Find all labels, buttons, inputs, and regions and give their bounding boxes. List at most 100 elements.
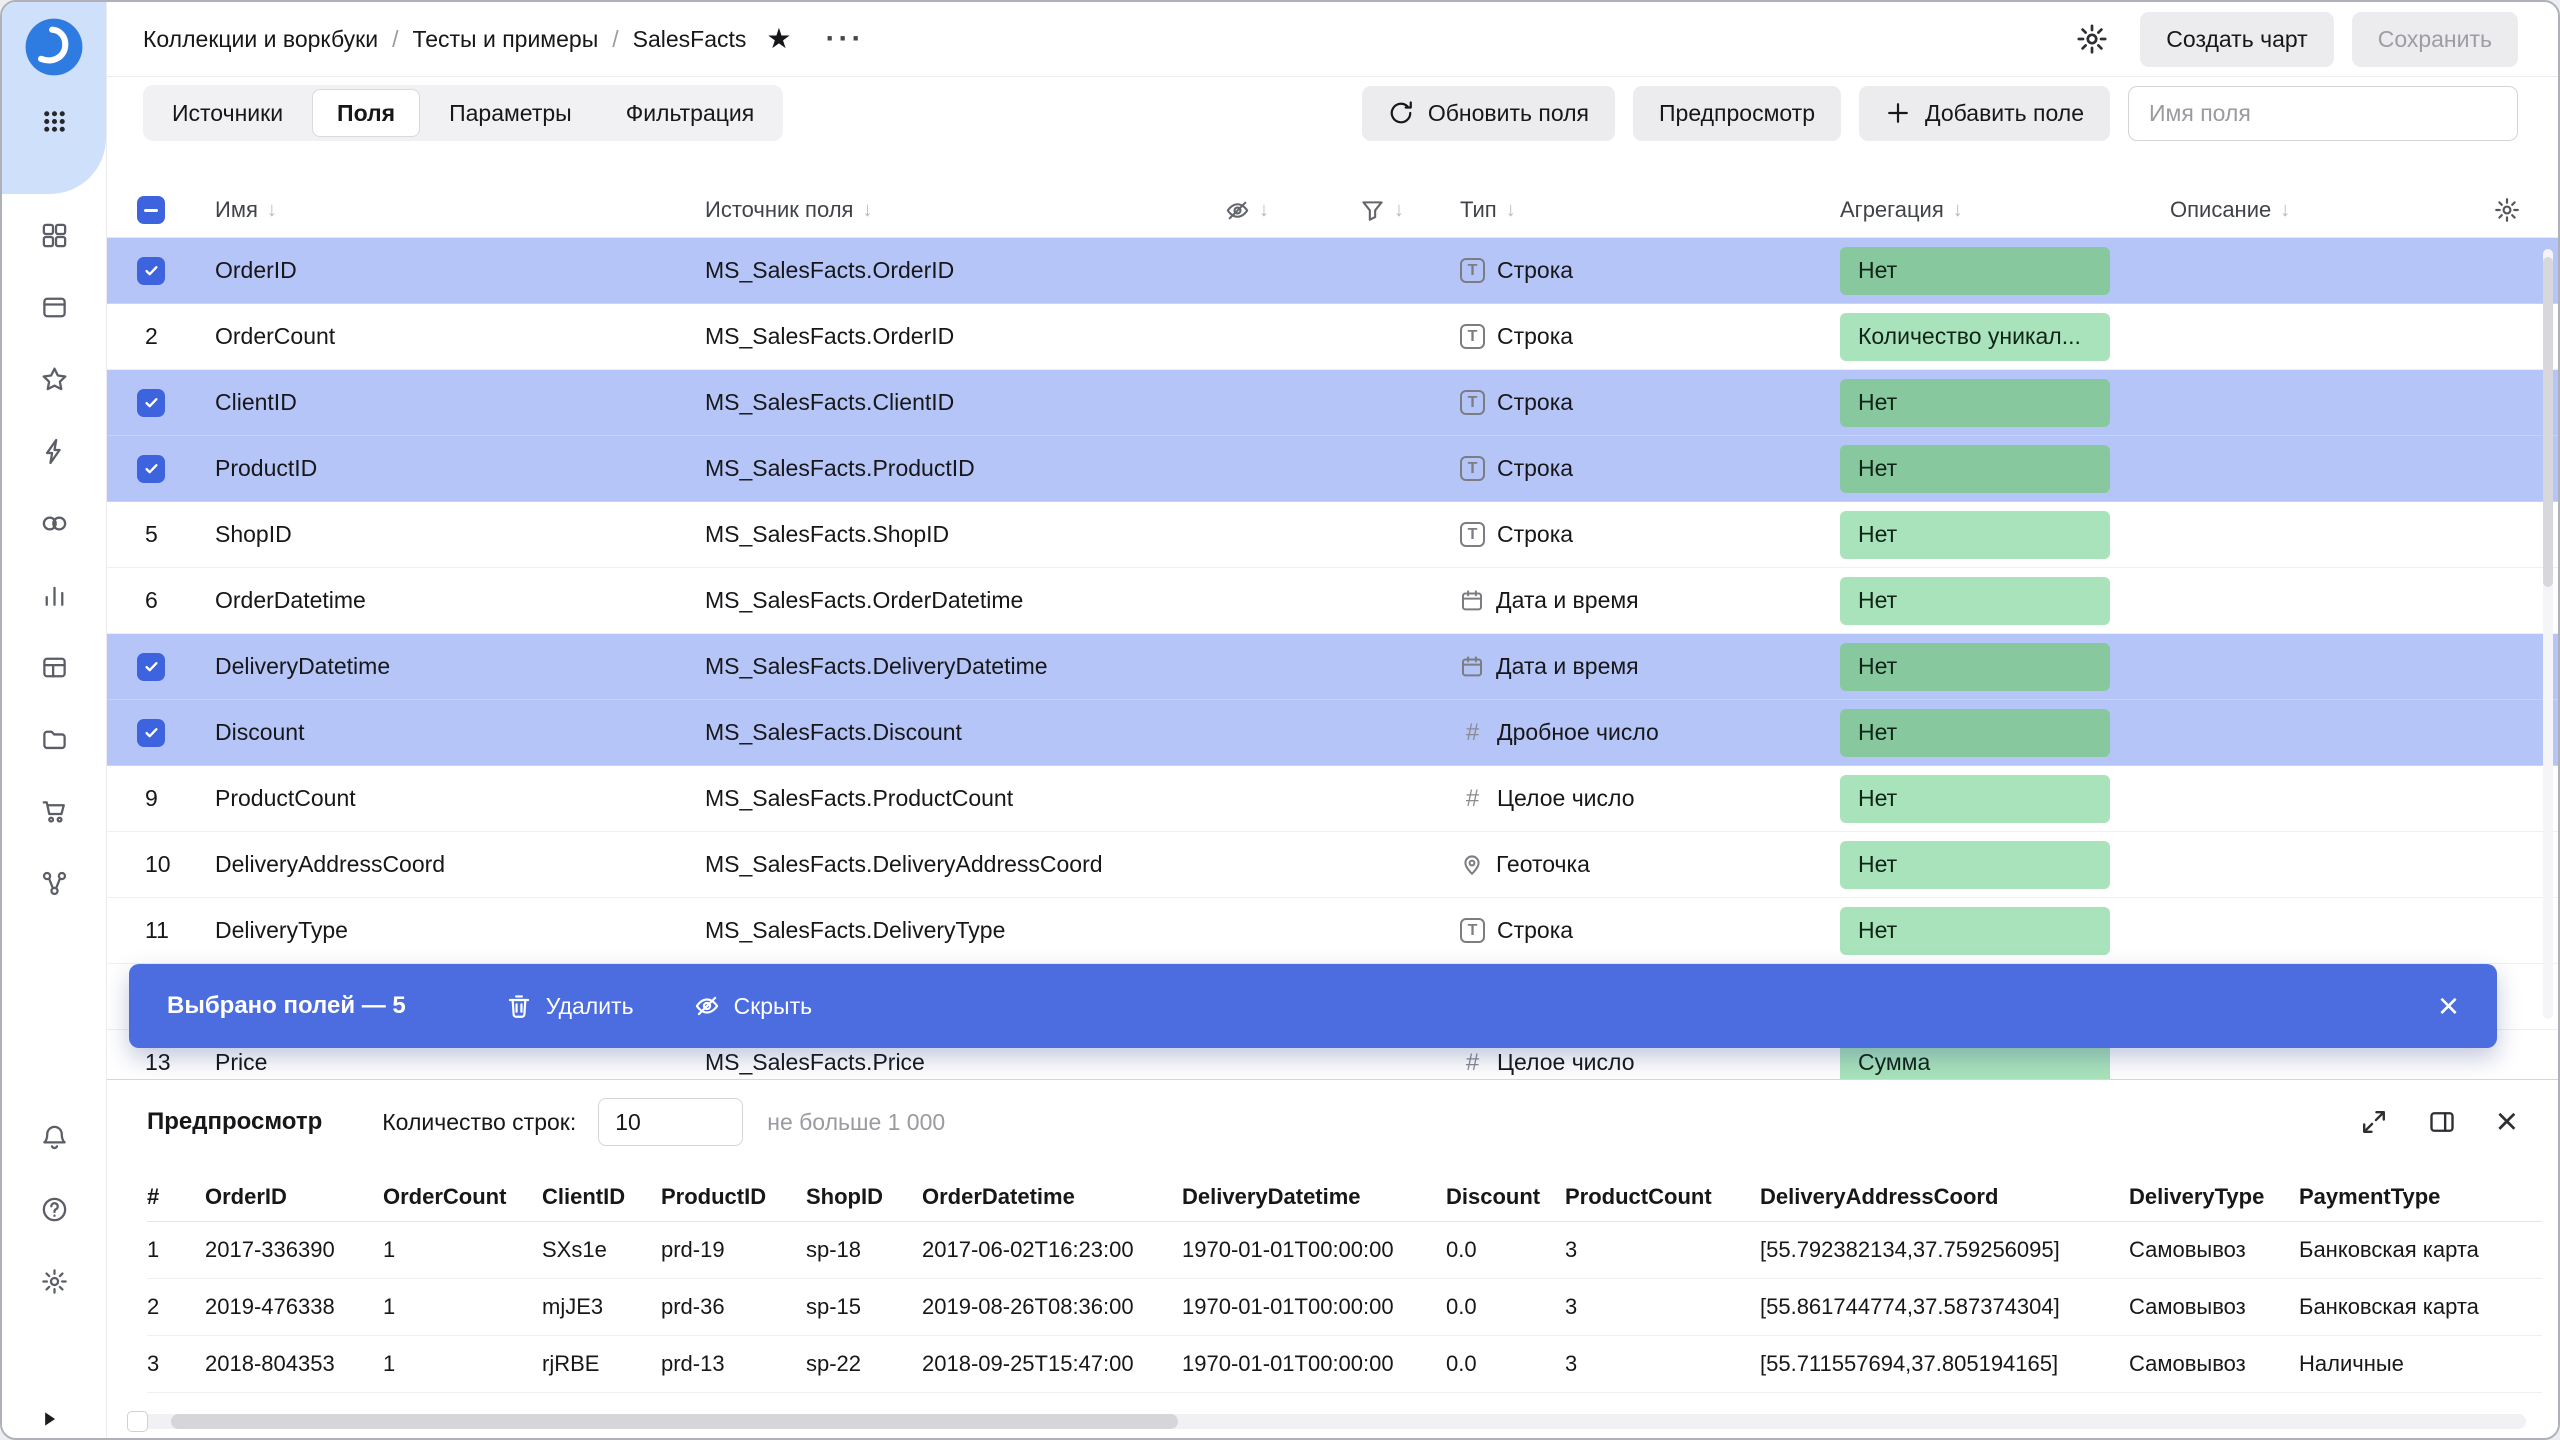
breadcrumb-item[interactable]: Коллекции и воркбуки [143, 26, 378, 53]
bell-icon[interactable] [30, 1113, 78, 1161]
more-menu-icon[interactable]: ··· [826, 30, 865, 48]
field-row[interactable]: 2 OrderCount MS_SalesFacts.OrderID TСтро… [107, 304, 2558, 370]
row-checkbox[interactable] [137, 389, 165, 417]
field-type: #Целое число [1460, 785, 1635, 813]
scrollbar-corner-button[interactable] [127, 1411, 148, 1432]
calendar-type-icon [1460, 655, 1484, 679]
field-row[interactable]: 11 DeliveryType MS_SalesFacts.DeliveryTy… [107, 898, 2558, 964]
close-preview-icon[interactable]: × [2496, 1103, 2518, 1141]
squares-icon[interactable] [30, 211, 78, 259]
column-header-type[interactable]: Тип↓ [1460, 197, 1840, 223]
box-icon[interactable] [30, 283, 78, 331]
row-checkbox[interactable] [137, 719, 165, 747]
preview-cell: 1 [147, 1221, 205, 1278]
row-checkbox[interactable] [137, 257, 165, 285]
aggregation-select[interactable]: Нет [1840, 841, 2110, 889]
field-row[interactable]: Discount MS_SalesFacts.Discount #Дробное… [107, 700, 2558, 766]
field-source: MS_SalesFacts.OrderID [705, 323, 1225, 350]
aggregation-select[interactable]: Нет [1840, 907, 2110, 955]
split-panel-icon[interactable] [2428, 1108, 2456, 1136]
aggregation-select[interactable]: Нет [1840, 577, 2110, 625]
field-row[interactable]: DeliveryDatetime MS_SalesFacts.DeliveryD… [107, 634, 2558, 700]
field-row[interactable]: 6 OrderDatetime MS_SalesFacts.OrderDatet… [107, 568, 2558, 634]
preview-row: 22019-4763381mjJE3prd-36sp-152019-08-26T… [147, 1278, 2542, 1335]
aggregation-select[interactable]: Нет [1840, 379, 2110, 427]
field-source: MS_SalesFacts.ClientID [705, 389, 1225, 416]
preview-cell: 2018-804353 [205, 1335, 383, 1392]
column-header-source[interactable]: Источник поля↓ [705, 197, 1225, 223]
question-icon[interactable] [30, 1185, 78, 1233]
horizontal-scrollbar-thumb[interactable] [171, 1414, 1178, 1429]
breadcrumb-item[interactable]: Тесты и примеры [412, 26, 598, 53]
funnel-icon [1360, 198, 1385, 223]
refresh-fields-button[interactable]: Обновить поля [1362, 86, 1615, 141]
vertical-scrollbar-thumb[interactable] [2543, 257, 2553, 587]
row-checkbox[interactable] [137, 653, 165, 681]
cart-icon[interactable] [30, 787, 78, 835]
aggregation-select[interactable]: Нет [1840, 643, 2110, 691]
field-row[interactable]: 10 DeliveryAddressCoord MS_SalesFacts.De… [107, 832, 2558, 898]
row-checkbox[interactable] [137, 455, 165, 483]
row-count-input[interactable] [598, 1098, 743, 1146]
table-settings-gear-icon[interactable] [2494, 197, 2520, 223]
tab-item[interactable]: Параметры [424, 89, 597, 137]
tab-item[interactable]: Поля [312, 89, 420, 137]
field-name: Discount [215, 719, 705, 746]
tab-item[interactable]: Фильтрация [601, 89, 780, 137]
field-source: MS_SalesFacts.ProductID [705, 455, 1225, 482]
aggregation-select[interactable]: Нет [1840, 709, 2110, 757]
star-icon[interactable] [30, 355, 78, 403]
horizontal-scrollbar[interactable] [129, 1414, 2526, 1429]
vertical-scrollbar[interactable] [2543, 249, 2553, 1019]
preview-column-header: ClientID [542, 1173, 661, 1221]
create-chart-button[interactable]: Создать чарт [2140, 12, 2333, 67]
eye-off-icon [694, 993, 720, 1019]
column-header-name[interactable]: Имя↓ [215, 197, 705, 223]
field-row[interactable]: OrderID MS_SalesFacts.OrderID TСтрока Не… [107, 238, 2558, 304]
preview-cell: 3 [1565, 1335, 1760, 1392]
column-header-description[interactable]: Описание↓ [2170, 197, 2458, 223]
field-name-input[interactable] [2128, 86, 2518, 141]
preview-button[interactable]: Предпросмотр [1633, 86, 1841, 141]
save-button[interactable]: Сохранить [2352, 12, 2518, 67]
aggregation-select[interactable]: Нет [1840, 247, 2110, 295]
expand-icon[interactable] [2360, 1108, 2388, 1136]
tab-item[interactable]: Источники [147, 89, 308, 137]
fields-toolbar: Обновить поля Предпросмотр Добавить поле [1362, 86, 2518, 141]
aggregation-select[interactable]: Нет [1840, 775, 2110, 823]
preview-column-header: PaymentType [2299, 1173, 2542, 1221]
preview-cell: 1 [383, 1335, 542, 1392]
datalens-logo[interactable] [23, 16, 85, 78]
folder-icon[interactable] [30, 715, 78, 763]
add-field-button[interactable]: Добавить поле [1859, 86, 2110, 141]
preview-panel: Предпросмотр Количество строк: не больше… [107, 1079, 2558, 1438]
preview-cell: sp-15 [806, 1278, 922, 1335]
field-row[interactable]: ProductID MS_SalesFacts.ProductID TСтрок… [107, 436, 2558, 502]
aggregation-select[interactable]: Количество уникал... [1840, 313, 2110, 361]
close-selection-bar-icon[interactable]: × [2438, 988, 2459, 1024]
hide-selected-button[interactable]: Скрыть [694, 993, 813, 1020]
play-icon[interactable] [30, 1395, 78, 1440]
bar-chart-icon[interactable] [30, 571, 78, 619]
table-icon[interactable] [30, 643, 78, 691]
column-header-aggregation[interactable]: Агрегация↓ [1840, 197, 2170, 223]
column-header-filter[interactable]: ↓ [1360, 198, 1460, 223]
apps-grid-icon[interactable] [30, 97, 78, 145]
bolt-icon[interactable] [30, 427, 78, 475]
column-header-hidden[interactable]: ↓ [1225, 198, 1360, 223]
settings-gear-icon[interactable] [2076, 23, 2108, 55]
breadcrumb-item[interactable]: SalesFacts [633, 26, 747, 53]
field-row[interactable]: 5 ShopID MS_SalesFacts.ShopID TСтрока Не… [107, 502, 2558, 568]
select-all-checkbox[interactable] [137, 196, 165, 224]
delete-selected-button[interactable]: Удалить [506, 993, 634, 1020]
flow-icon[interactable] [30, 859, 78, 907]
preview-column-header: # [147, 1173, 205, 1221]
aggregation-select[interactable]: Нет [1840, 511, 2110, 559]
preview-cell: 3 [147, 1335, 205, 1392]
aggregation-select[interactable]: Нет [1840, 445, 2110, 493]
favorite-star-icon[interactable]: ★ [766, 25, 791, 53]
gear-icon[interactable] [30, 1257, 78, 1305]
circles-icon[interactable] [30, 499, 78, 547]
field-row[interactable]: 9 ProductCount MS_SalesFacts.ProductCoun… [107, 766, 2558, 832]
field-row[interactable]: ClientID MS_SalesFacts.ClientID TСтрока … [107, 370, 2558, 436]
